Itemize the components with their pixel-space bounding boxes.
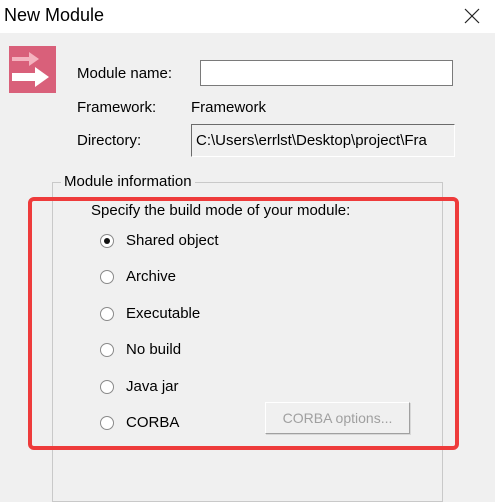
- window-title: New Module: [4, 5, 105, 25]
- directory-field[interactable]: C:\Users\errlst\Desktop\project\Fra: [191, 124, 455, 157]
- radio-button[interactable]: [100, 343, 114, 357]
- radio-button[interactable]: [100, 380, 114, 394]
- radio-label: Shared object: [126, 232, 219, 249]
- close-icon: [464, 8, 480, 24]
- title-bar: New Module: [0, 0, 495, 33]
- module-arrow-icon: [9, 46, 56, 93]
- radio-button[interactable]: [100, 234, 114, 248]
- module-information-group: [52, 182, 443, 502]
- radio-button[interactable]: [100, 416, 114, 430]
- module-information-legend: Module information: [61, 173, 195, 190]
- radio-label: Java jar: [126, 378, 179, 395]
- radio-label: Executable: [126, 305, 201, 322]
- module-name-label: Module name:: [77, 65, 173, 82]
- framework-value: Framework: [191, 99, 267, 116]
- radio-button[interactable]: [100, 307, 114, 321]
- corba-options-button[interactable]: CORBA options...: [265, 402, 410, 434]
- close-button[interactable]: [449, 0, 495, 33]
- module-name-input[interactable]: [200, 60, 453, 86]
- build-mode-prompt: Specify the build mode of your module:: [91, 202, 351, 219]
- directory-value: C:\Users\errlst\Desktop\project\Fra: [196, 132, 427, 149]
- directory-label: Directory:: [77, 132, 142, 149]
- radio-label: Archive: [126, 268, 177, 285]
- framework-label: Framework:: [77, 99, 157, 116]
- radio-label: No build: [126, 341, 182, 358]
- radio-label: CORBA: [126, 414, 180, 431]
- selected-dot: [104, 238, 110, 244]
- radio-button[interactable]: [100, 270, 114, 284]
